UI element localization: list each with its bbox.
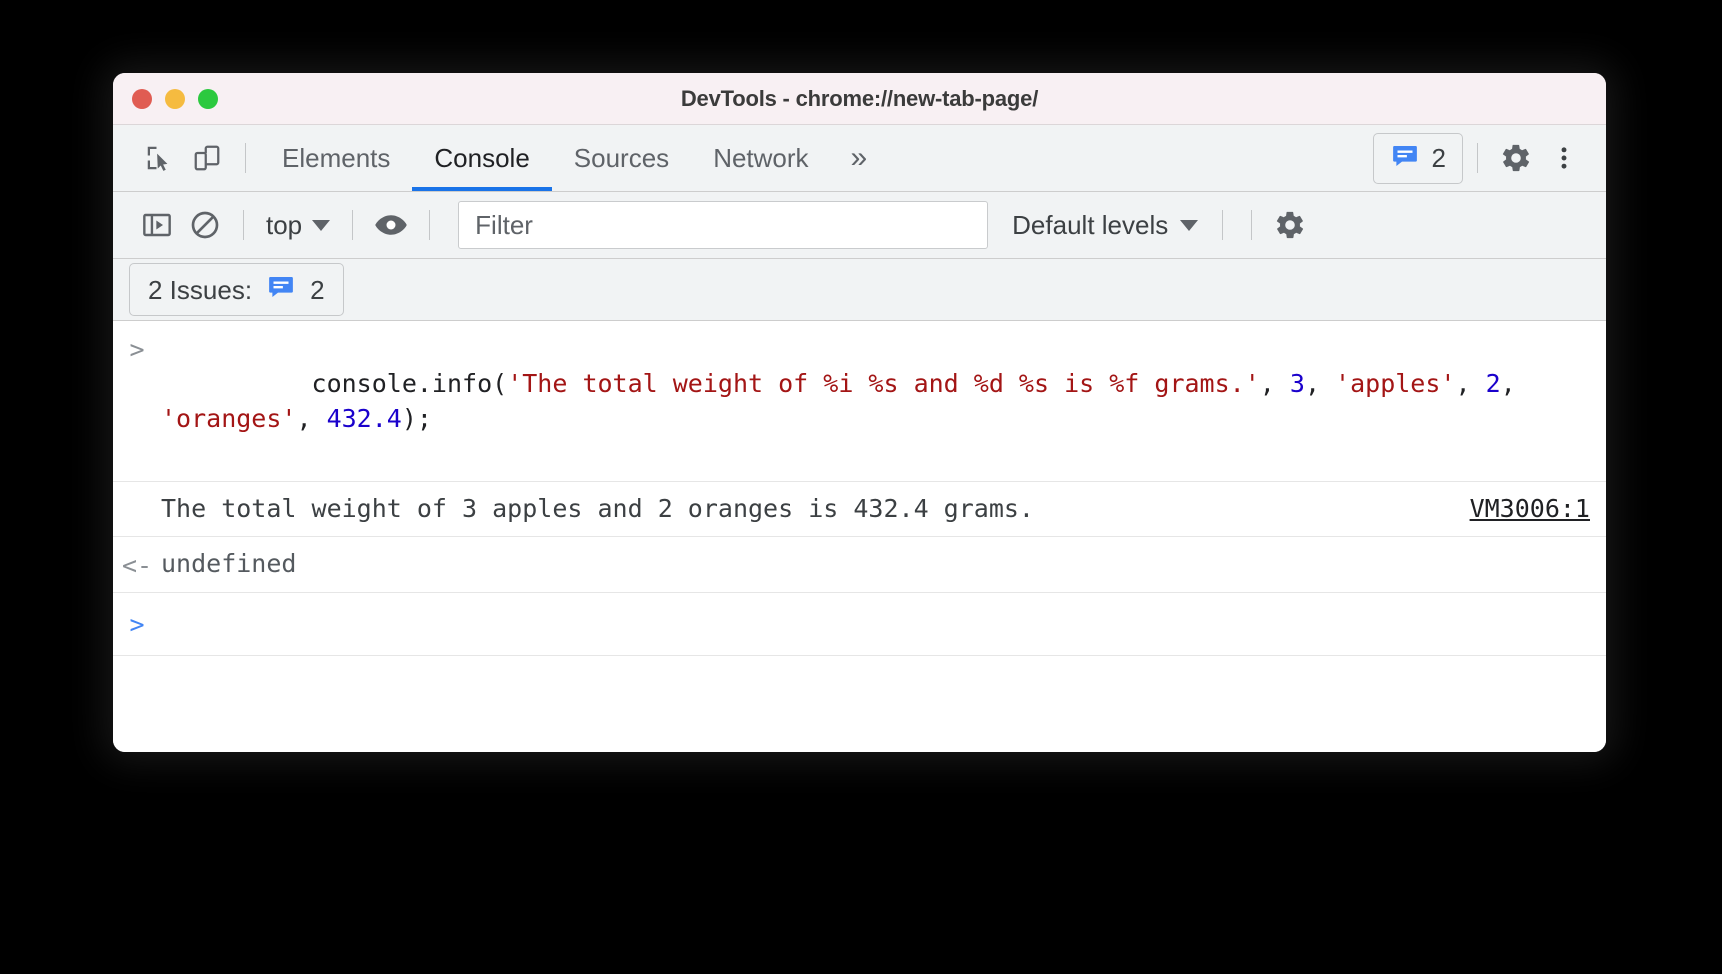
console-command-code: console.info('The total weight of %i %s … bbox=[161, 330, 1590, 472]
issues-badge-count: 2 bbox=[1431, 143, 1446, 173]
code-token: console.info( bbox=[311, 368, 508, 398]
screen: DevTools - chrome://new-tab-page/ Elemen… bbox=[0, 0, 1722, 974]
code-token: , bbox=[1500, 368, 1531, 398]
inspect-cursor-icon[interactable] bbox=[135, 134, 183, 182]
execution-context-selector[interactable]: top bbox=[258, 210, 338, 241]
console-return-value: undefined bbox=[161, 548, 297, 578]
filter-input[interactable]: Filter bbox=[458, 201, 989, 249]
issues-summary-count: 2 bbox=[310, 274, 325, 305]
code-token: 'apples' bbox=[1335, 368, 1456, 398]
double-chevron-right-icon[interactable]: » bbox=[831, 143, 888, 173]
eye-icon[interactable] bbox=[367, 201, 415, 249]
tabstrip-divider bbox=[245, 143, 246, 173]
devtools-tabstrip: Elements Console Sources Network » 2 bbox=[113, 125, 1606, 192]
tab-elements-label: Elements bbox=[282, 142, 391, 173]
toolbar-divider-4 bbox=[1222, 210, 1224, 240]
chevron-down-icon bbox=[312, 219, 331, 231]
tab-console-label: Console bbox=[434, 142, 530, 173]
toolbar-divider-5 bbox=[1251, 210, 1253, 240]
chevron-down-icon bbox=[1180, 219, 1199, 231]
tab-elements[interactable]: Elements bbox=[260, 125, 412, 191]
console-log-row[interactable]: The total weight of 3 apples and 2 orang… bbox=[113, 482, 1606, 537]
toolbar-divider-3 bbox=[429, 210, 431, 240]
code-token: , bbox=[1259, 368, 1290, 398]
tab-console[interactable]: Console bbox=[412, 125, 553, 191]
input-prompt-glyph: > bbox=[129, 335, 145, 364]
device-toolbar-icon[interactable] bbox=[183, 134, 231, 182]
issues-summary-bar: 2 Issues: 2 bbox=[113, 259, 1606, 321]
code-token: , bbox=[1455, 368, 1486, 398]
code-token: ); bbox=[401, 404, 432, 433]
issues-badge-button[interactable]: 2 bbox=[1372, 132, 1463, 184]
console-toolbar: top Filter Default levels bbox=[113, 192, 1606, 259]
console-log-message: The total weight of 3 apples and 2 orang… bbox=[161, 494, 1034, 523]
clear-console-icon[interactable] bbox=[181, 201, 229, 249]
code-token: , bbox=[296, 404, 327, 433]
console-sidebar-icon[interactable] bbox=[133, 201, 181, 249]
console-source-link[interactable]: VM3006:1 bbox=[1470, 491, 1590, 527]
code-token: 'The total weight of %i %s and %d %s is … bbox=[507, 368, 1260, 398]
tabstrip-divider-right bbox=[1477, 143, 1478, 173]
issues-summary-button[interactable]: 2 Issues: 2 bbox=[129, 263, 344, 316]
window-title: DevTools - chrome://new-tab-page/ bbox=[680, 85, 1039, 111]
window-titlebar: DevTools - chrome://new-tab-page/ bbox=[113, 73, 1606, 125]
console-prompt-row[interactable]: > bbox=[113, 593, 1606, 656]
code-token: 3 bbox=[1289, 368, 1305, 398]
tab-network-label: Network bbox=[713, 142, 809, 173]
code-token: 'oranges' bbox=[161, 404, 297, 433]
devtools-window: DevTools - chrome://new-tab-page/ Elemen… bbox=[113, 73, 1606, 752]
issue-message-icon bbox=[266, 272, 296, 307]
toolbar-divider-2 bbox=[352, 210, 354, 240]
issues-summary-label: 2 Issues: bbox=[148, 274, 253, 305]
toolbar-divider-1 bbox=[243, 210, 244, 240]
tab-sources-label: Sources bbox=[573, 142, 670, 173]
console-message-list: > console.info('The total weight of %i %… bbox=[113, 321, 1606, 752]
issue-message-icon bbox=[1390, 141, 1420, 176]
log-levels-selector[interactable]: Default levels bbox=[1002, 210, 1208, 241]
tab-sources[interactable]: Sources bbox=[552, 125, 691, 191]
panel-tabs: Elements Console Sources Network bbox=[260, 125, 831, 191]
kebab-menu-icon[interactable] bbox=[1540, 134, 1588, 182]
execution-context-label: top bbox=[266, 209, 303, 240]
code-token: 432.4 bbox=[326, 404, 402, 433]
log-row-gutter bbox=[113, 491, 161, 493]
log-levels-label: Default levels bbox=[1012, 209, 1169, 240]
tab-network[interactable]: Network bbox=[691, 125, 830, 191]
output-prompt-glyph: <- bbox=[121, 550, 153, 580]
gear-icon[interactable] bbox=[1492, 134, 1540, 182]
filter-placeholder: Filter bbox=[475, 209, 533, 240]
console-settings-gear-icon[interactable] bbox=[1266, 201, 1314, 249]
code-token: , bbox=[1304, 368, 1336, 398]
console-input-row[interactable]: > console.info('The total weight of %i %… bbox=[113, 321, 1606, 482]
prompt-caret-glyph: > bbox=[129, 610, 145, 639]
code-token: 2 bbox=[1485, 368, 1501, 398]
console-result-row: <- undefined bbox=[113, 537, 1606, 593]
